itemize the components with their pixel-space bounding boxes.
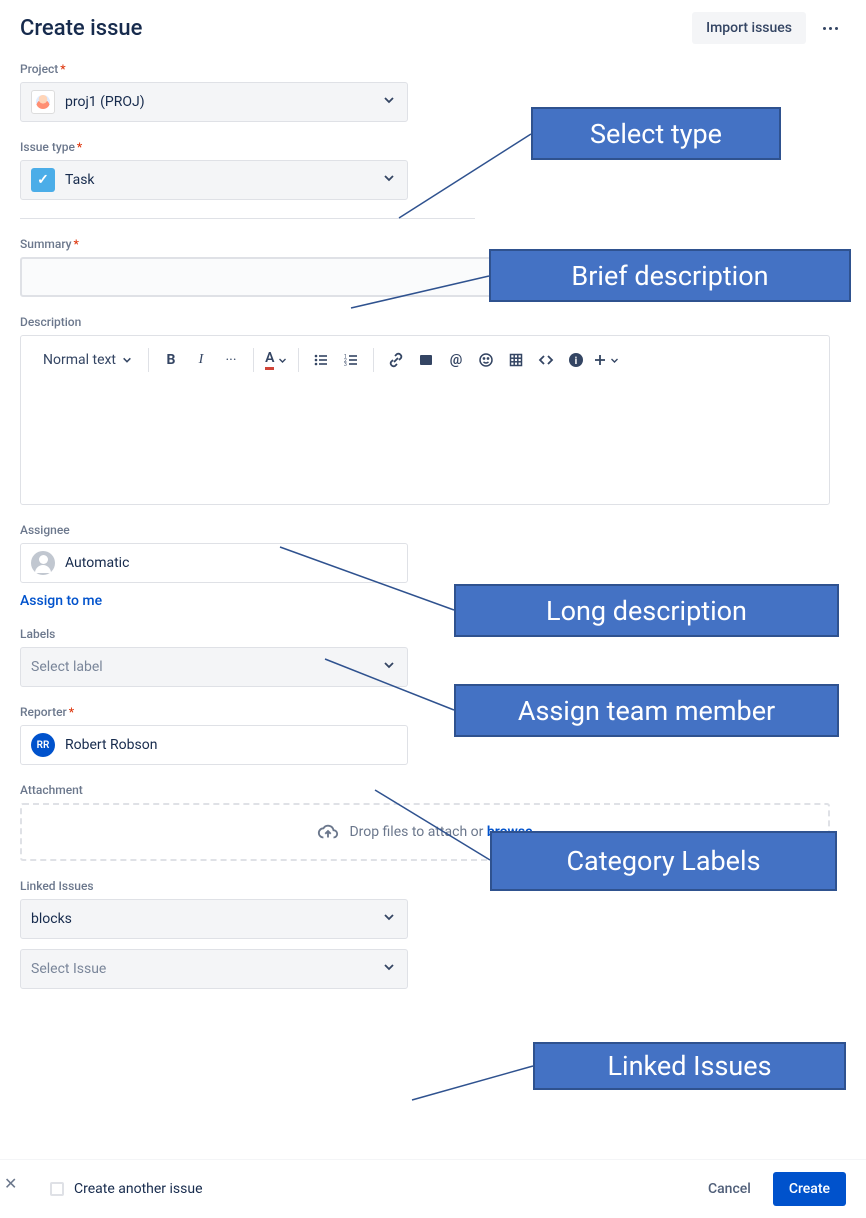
- code-icon[interactable]: [532, 344, 560, 376]
- close-icon[interactable]: ✕: [0, 1170, 21, 1197]
- create-button[interactable]: Create: [773, 1172, 846, 1206]
- emoji-icon[interactable]: [472, 344, 500, 376]
- cloud-upload-icon: [317, 821, 339, 843]
- link-issue-select[interactable]: Select Issue: [20, 949, 408, 989]
- chevron-down-icon: [383, 94, 395, 110]
- svg-text:3: 3: [344, 362, 347, 368]
- chevron-down-icon: [383, 911, 395, 927]
- project-label: Project*: [20, 62, 846, 76]
- text-style-select[interactable]: Normal text: [35, 344, 140, 376]
- callout-brief-description: Brief description: [489, 249, 851, 302]
- chevron-down-icon: [383, 659, 395, 675]
- task-icon: [31, 168, 55, 192]
- import-issues-button[interactable]: Import issues: [692, 12, 806, 44]
- assignee-label: Assignee: [20, 523, 846, 537]
- create-another-checkbox[interactable]: [50, 1182, 64, 1196]
- chevron-down-icon: [383, 172, 395, 188]
- attachment-label: Attachment: [20, 783, 846, 797]
- bold-icon[interactable]: B: [157, 344, 185, 376]
- numbered-list-icon[interactable]: 123: [337, 344, 365, 376]
- callout-category-labels: Category Labels: [490, 831, 837, 891]
- assignee-select[interactable]: Automatic: [20, 543, 408, 583]
- labels-select[interactable]: Select label: [20, 647, 408, 687]
- link-icon[interactable]: [382, 344, 410, 376]
- chevron-down-icon: [383, 961, 395, 977]
- reporter-avatar-icon: RR: [31, 733, 55, 757]
- table-icon[interactable]: [502, 344, 530, 376]
- italic-icon[interactable]: I: [187, 344, 215, 376]
- svg-text:i: i: [575, 356, 578, 367]
- editor-toolbar: Normal text B I ··· A 123 @ i: [21, 336, 829, 384]
- more-actions-icon[interactable]: [814, 12, 846, 44]
- link-relation-value: blocks: [31, 911, 72, 927]
- callout-long-description: Long description: [454, 584, 839, 637]
- divider: [20, 218, 475, 219]
- labels-placeholder: Select label: [31, 659, 103, 675]
- callout-linked-issues: Linked Issues: [533, 1042, 846, 1090]
- more-formatting-icon[interactable]: ···: [217, 344, 245, 376]
- callout-select-type: Select type: [531, 107, 781, 160]
- assignee-value: Automatic: [65, 555, 129, 571]
- project-select[interactable]: proj1 (PROJ): [20, 82, 408, 122]
- callout-assign-team-member: Assign team member: [454, 684, 839, 737]
- bullet-list-icon[interactable]: [307, 344, 335, 376]
- person-icon: [31, 551, 55, 575]
- dialog-footer: ✕ Create another issue Cancel Create: [0, 1159, 866, 1218]
- description-label: Description: [20, 315, 846, 329]
- insert-more-icon[interactable]: [592, 344, 620, 376]
- page-title: Create issue: [20, 16, 142, 41]
- image-icon[interactable]: [412, 344, 440, 376]
- create-another-label: Create another issue: [74, 1181, 203, 1197]
- issue-type-select[interactable]: Task: [20, 160, 408, 200]
- info-icon[interactable]: i: [562, 344, 590, 376]
- link-issue-placeholder: Select Issue: [31, 961, 106, 977]
- text-color-icon[interactable]: A: [262, 344, 290, 376]
- reporter-select[interactable]: RR Robert Robson: [20, 725, 408, 765]
- description-editor[interactable]: Normal text B I ··· A 123 @ i: [20, 335, 830, 505]
- project-avatar-icon: [31, 90, 55, 114]
- cancel-button[interactable]: Cancel: [696, 1173, 763, 1205]
- assign-to-me-link[interactable]: Assign to me: [20, 593, 102, 609]
- project-value: proj1 (PROJ): [65, 94, 145, 110]
- issue-type-value: Task: [65, 172, 95, 188]
- mention-icon[interactable]: @: [442, 344, 470, 376]
- link-relation-select[interactable]: blocks: [20, 899, 408, 939]
- description-textarea[interactable]: [21, 384, 829, 504]
- reporter-value: Robert Robson: [65, 737, 157, 753]
